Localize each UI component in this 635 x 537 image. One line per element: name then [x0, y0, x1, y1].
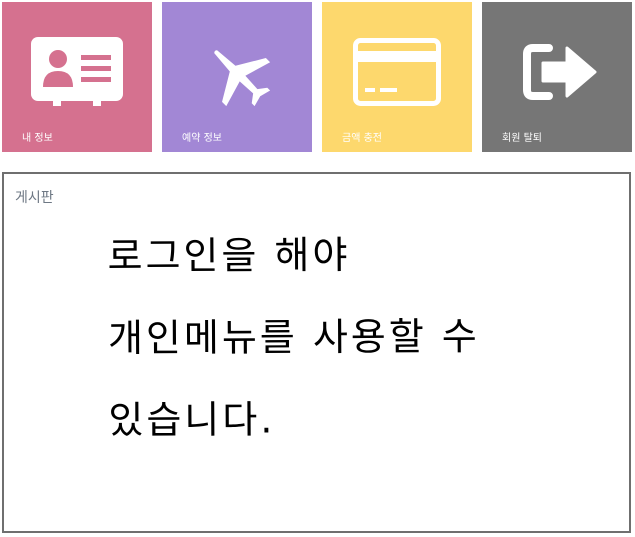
airplane-icon: [162, 2, 312, 112]
message-line-1: 로그인을 해야: [107, 233, 351, 279]
message-line-2: 개인메뉴를 사용할 수: [107, 314, 480, 361]
credit-card-icon: [322, 2, 472, 112]
id-card-icon: [2, 2, 152, 112]
reservation-info-label: 예약 정보: [182, 133, 222, 144]
login-required-message: 로그인을 해야 개인메뉴를 사용할 수 있습니다.: [107, 213, 608, 462]
message-line-3: 있습니다.: [108, 397, 276, 443]
charge-money-label: 금액 충전: [342, 133, 382, 144]
my-info-tile[interactable]: 내 정보: [2, 2, 152, 152]
sign-out-icon: [482, 2, 632, 112]
charge-money-tile[interactable]: 금액 충전: [322, 2, 472, 152]
withdraw-membership-tile[interactable]: 회원 탈퇴: [482, 2, 632, 152]
my-info-label: 내 정보: [22, 133, 53, 144]
board-panel: 게시판 로그인을 해야 개인메뉴를 사용할 수 있습니다.: [2, 172, 631, 533]
withdraw-membership-label: 회원 탈퇴: [502, 133, 542, 144]
board-title: 게시판: [15, 190, 54, 206]
reservation-info-tile[interactable]: 예약 정보: [162, 2, 312, 152]
